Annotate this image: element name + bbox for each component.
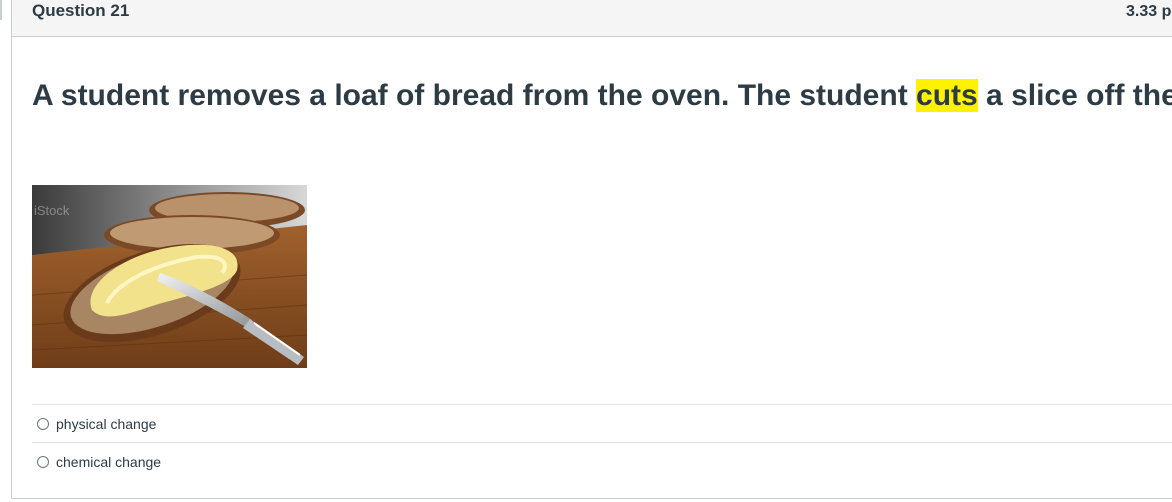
watermark-text: iStock (34, 203, 70, 218)
prompt-text-before: A student removes a loaf of bread from t… (32, 79, 917, 112)
question-header: Question 21 3.33 p (12, 0, 1172, 37)
answer-list: physical change chemical change (32, 404, 1172, 480)
answer-option-chemical-change[interactable]: chemical change (32, 442, 1172, 480)
radio-button[interactable] (37, 417, 49, 430)
side-edge-marker (0, 0, 2, 20)
question-prompt: A student removes a loaf of bread from t… (32, 72, 1172, 120)
answer-label: physical change (56, 415, 157, 432)
question-card: Question 21 3.33 p A student removes a l… (11, 0, 1172, 499)
radio-button[interactable] (37, 455, 49, 468)
quiz-page: Question 21 3.33 p A student removes a l… (0, 0, 1172, 502)
prompt-text-after: a slice off the loaf and spreads butter … (986, 79, 1172, 112)
answer-label: chemical change (56, 453, 162, 470)
answer-option-physical-change[interactable]: physical change (32, 404, 1172, 442)
question-points: 3.33 p (1126, 3, 1172, 20)
question-title: Question 21 (32, 1, 130, 20)
prompt-highlighted-word: cuts (916, 79, 978, 112)
bread-butter-photo: iStock (32, 185, 307, 368)
